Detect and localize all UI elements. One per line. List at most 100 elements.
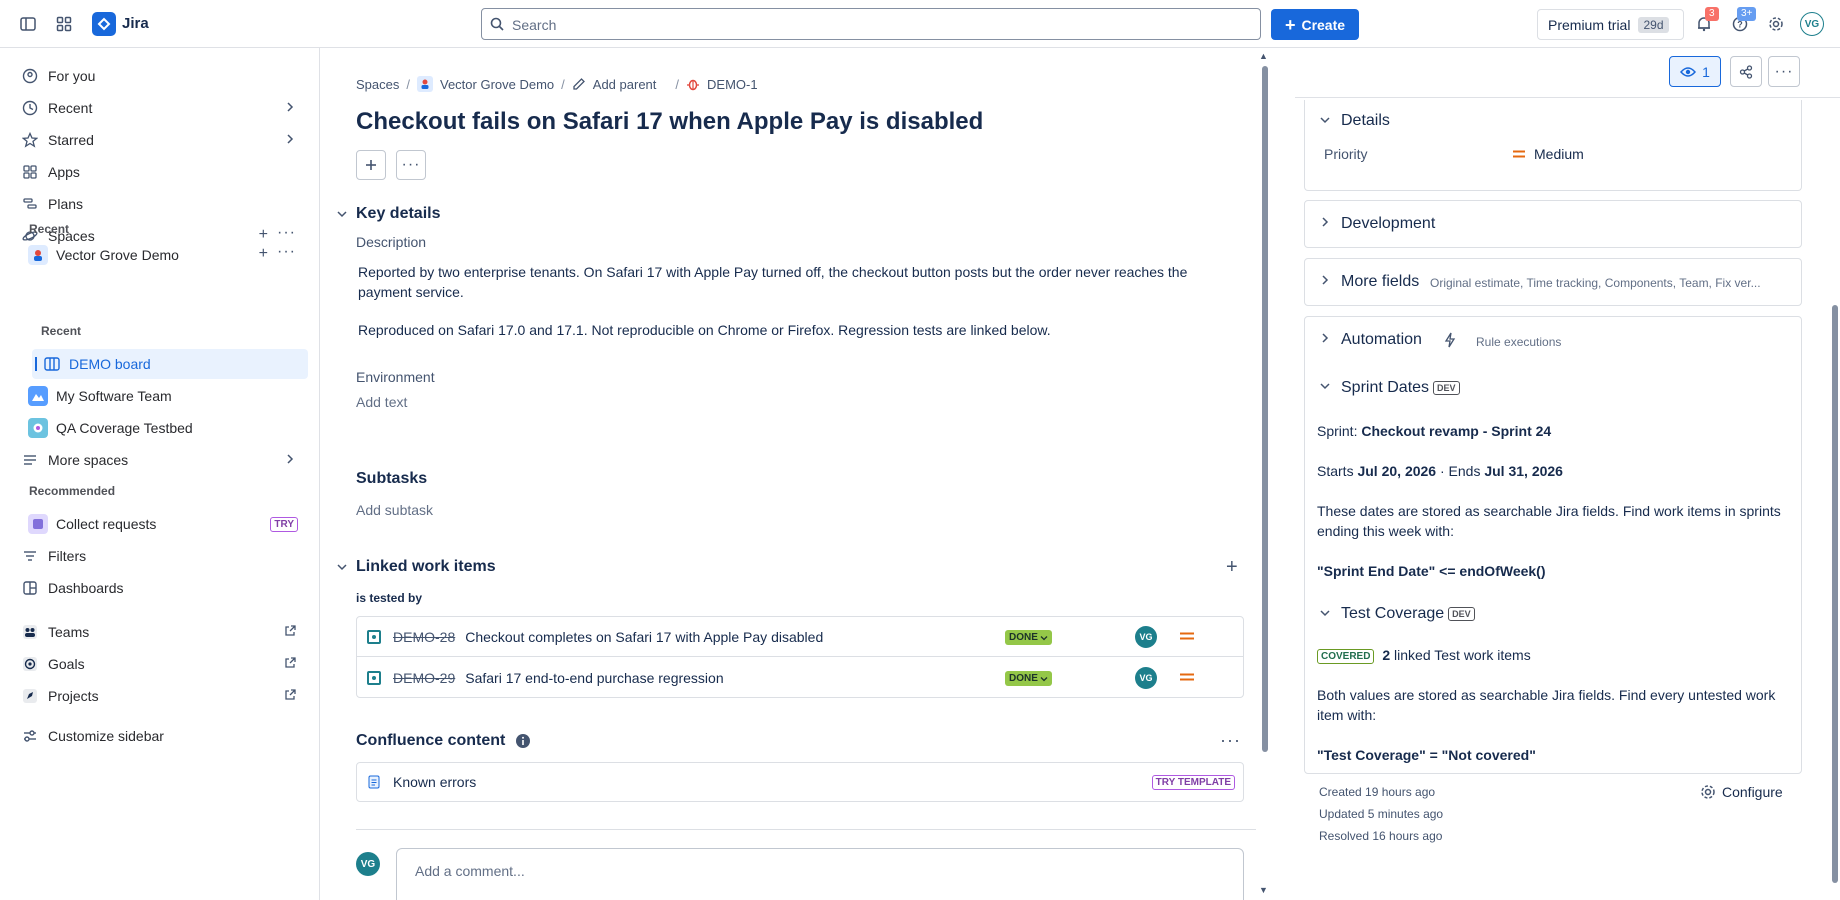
sidebar-item-apps[interactable]: Apps [12, 157, 308, 187]
sprint-query[interactable]: "Sprint End Date" <= endOfWeek() [1317, 561, 1787, 581]
try-template-button[interactable]: TRY TEMPLATE [1151, 775, 1235, 790]
more-actions-button[interactable]: ··· [1768, 56, 1800, 87]
share-button[interactable] [1730, 56, 1762, 87]
sidebar-space-my-software-team[interactable]: My Software Team [28, 381, 308, 411]
scroll-up-arrow-icon[interactable]: ▲ [1259, 51, 1268, 61]
sidebar-item-teams[interactable]: Teams [12, 617, 308, 647]
external-link-icon[interactable] [284, 625, 296, 637]
sidebar-item-plans[interactable]: Plans [12, 189, 308, 219]
linked-items-section-toggle[interactable]: Linked work items [336, 558, 496, 576]
description-paragraph-1[interactable]: Reported by two enterprise tenants. On S… [358, 262, 1228, 302]
sidebar-item-label: For you [48, 68, 96, 84]
linked-item-row[interactable]: DEMO-29 Safari 17 end-to-end purchase re… [357, 658, 1243, 698]
settings-gear-icon[interactable] [1764, 12, 1788, 36]
external-link-icon[interactable] [284, 657, 296, 669]
assignee-avatar[interactable]: VG [1135, 667, 1157, 689]
app-switcher-icon[interactable] [52, 12, 76, 36]
chevron-down-icon[interactable] [1319, 380, 1331, 392]
add-plus-icon[interactable]: + [259, 245, 268, 263]
resolved-timestamp: Resolved 16 hours ago [1319, 829, 1443, 843]
add-link-plus-icon[interactable]: + [1226, 556, 1238, 579]
sidebar-item-more-spaces[interactable]: More spaces [12, 445, 308, 475]
breadcrumb-add-parent[interactable]: Add parent [593, 77, 657, 92]
sprint-dates-heading[interactable]: Sprint Dates DEV [1341, 379, 1460, 397]
info-icon[interactable] [515, 733, 531, 749]
external-link-icon[interactable] [284, 689, 296, 701]
sidebar-item-customize[interactable]: Customize sidebar [12, 721, 308, 751]
sidebar-space-qa-coverage[interactable]: QA Coverage Testbed [28, 413, 308, 443]
chevron-right-icon[interactable] [284, 133, 296, 145]
notification-count-badge: 3 [1705, 7, 1719, 21]
issue-title[interactable]: Checkout fails on Safari 17 when Apple P… [356, 108, 983, 136]
breadcrumb-spaces[interactable]: Spaces [356, 77, 399, 92]
priority-medium-icon [1179, 631, 1195, 641]
status-badge[interactable]: DONE [1005, 671, 1052, 686]
chevron-down-icon[interactable] [1319, 607, 1331, 619]
sidebar-item-goals[interactable]: Goals [12, 649, 308, 679]
premium-trial-button[interactable]: Premium trial 29d [1537, 9, 1684, 40]
space-label: My Software Team [56, 388, 172, 404]
sidebar-section-header: Recent [29, 222, 70, 236]
linked-item-row[interactable]: DEMO-28 Checkout completes on Safari 17 … [357, 617, 1243, 657]
collect-requests-icon [28, 514, 48, 534]
search-input[interactable]: Search [481, 8, 1261, 40]
create-button[interactable]: + Create [1271, 9, 1359, 40]
add-subtask-field[interactable]: Add subtask [356, 502, 433, 518]
development-panel[interactable]: Development [1304, 200, 1802, 248]
scroll-down-arrow-icon[interactable]: ▼ [1259, 885, 1268, 895]
sidebar-space-vector-grove[interactable]: Vector Grove Demo + ··· [28, 240, 308, 270]
sidebar-item-recent[interactable]: Recent [12, 93, 308, 123]
breadcrumb-project[interactable]: Vector Grove Demo [440, 77, 554, 92]
watch-button[interactable]: 1 [1669, 56, 1721, 87]
jira-logo-icon[interactable] [92, 12, 116, 36]
chevron-right-icon[interactable] [1319, 332, 1331, 344]
more-fields-panel[interactable]: More fields Original estimate, Time trac… [1304, 258, 1802, 306]
add-plus-button[interactable] [356, 150, 386, 180]
confluence-item-label: Known errors [393, 774, 477, 790]
confluence-more-icon[interactable]: ··· [1220, 730, 1241, 751]
comment-input[interactable]: Add a comment... [396, 848, 1244, 900]
linked-item-summary[interactable]: Checkout completes on Safari 17 with App… [465, 629, 823, 645]
page-document-icon [367, 775, 381, 789]
sidebar-item-starred[interactable]: Starred [12, 125, 308, 155]
rule-executions-link[interactable]: Rule executions [1476, 335, 1561, 349]
automation-heading[interactable]: Automation [1341, 331, 1422, 349]
app-name[interactable]: Jira [122, 15, 149, 32]
sidebar-item-projects[interactable]: Projects [12, 681, 308, 711]
sidebar-item-label: Projects [48, 688, 99, 704]
confluence-item[interactable]: Known errors TRY TEMPLATE [356, 762, 1244, 802]
chevron-right-icon[interactable] [284, 453, 296, 465]
environment-field[interactable]: Add text [356, 394, 407, 410]
user-avatar[interactable]: VG [1800, 12, 1824, 36]
goals-target-icon [20, 654, 40, 674]
status-badge[interactable]: DONE [1005, 630, 1052, 645]
sidebar-toggle-icon[interactable] [16, 12, 40, 36]
chevron-down-icon[interactable] [1319, 114, 1331, 126]
coverage-query[interactable]: "Test Coverage" = "Not covered" [1317, 745, 1787, 765]
sidebar-item-for-you[interactable]: For you [12, 61, 308, 91]
more-actions-button[interactable]: ··· [396, 150, 426, 180]
linked-item-summary[interactable]: Safari 17 end-to-end purchase regression [465, 670, 723, 686]
more-actions-icon[interactable]: ··· [277, 243, 296, 261]
key-details-section-toggle[interactable]: Key details [336, 205, 440, 223]
sidebar-item-demo-board[interactable]: DEMO board [32, 349, 308, 379]
board-label: DEMO board [69, 356, 151, 372]
sidebar-item-dashboards[interactable]: Dashboards [12, 573, 308, 603]
sidebar-item-filters[interactable]: Filters [12, 541, 308, 571]
priority-value[interactable]: Medium [1534, 146, 1584, 162]
sidebar-item-collect-requests[interactable]: Collect requests TRY [28, 509, 308, 539]
test-coverage-heading[interactable]: Test Coverage DEV [1341, 605, 1475, 623]
try-badge: TRY [270, 517, 298, 532]
linked-item-key[interactable]: DEMO-29 [393, 670, 455, 686]
breadcrumb-issue-key[interactable]: DEMO-1 [707, 77, 758, 92]
configure-button[interactable]: Configure [1700, 784, 1783, 800]
right-panel-scrollbar[interactable] [1832, 305, 1838, 883]
details-heading[interactable]: Details [1341, 112, 1390, 130]
description-paragraph-2[interactable]: Reproduced on Safari 17.0 and 17.1. Not … [358, 320, 1228, 340]
sidebar-item-label: Starred [48, 132, 94, 148]
chevron-right-icon[interactable] [284, 101, 296, 113]
assignee-avatar[interactable]: VG [1135, 626, 1157, 648]
linked-item-key[interactable]: DEMO-28 [393, 629, 455, 645]
sidebar-item-label: Teams [48, 624, 90, 640]
main-scrollbar[interactable] [1262, 66, 1268, 752]
